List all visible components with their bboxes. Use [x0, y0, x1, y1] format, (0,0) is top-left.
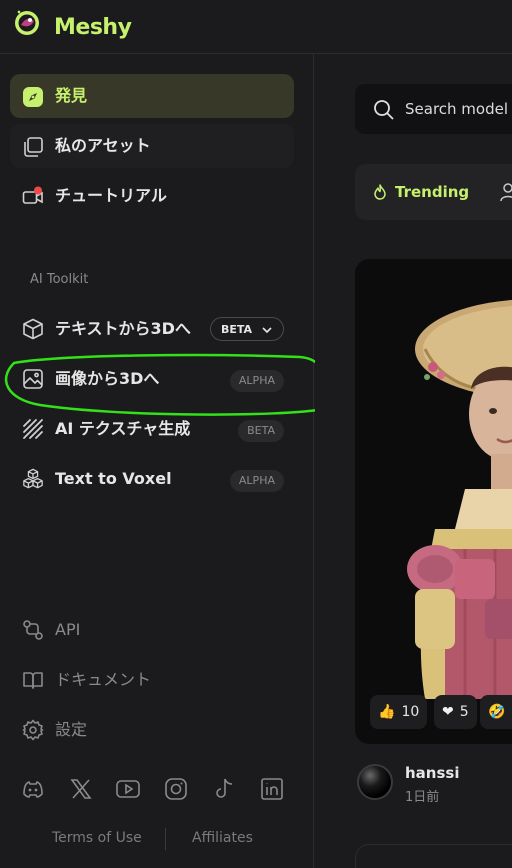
user-icon[interactable]: [500, 182, 512, 202]
post-time: 1日前: [405, 790, 440, 805]
flame-icon: [374, 184, 386, 200]
youtube-icon[interactable]: [115, 776, 141, 802]
model-preview-image: [407, 299, 512, 699]
nav-item-label: チュートリアル: [55, 186, 167, 205]
footer-item-label: ドキュメント: [55, 670, 152, 689]
linkedin-icon[interactable]: [259, 776, 285, 802]
social-links: [20, 776, 300, 802]
nav-item-tutorial[interactable]: チュートリアル: [10, 174, 294, 218]
reaction-heart[interactable]: ❤ 5: [434, 695, 477, 729]
reaction-count: 10: [401, 704, 420, 720]
tool-item-label: Text to Voxel: [55, 469, 172, 488]
feed-tabs: Trending: [355, 164, 512, 220]
gear-icon: [22, 719, 44, 741]
footer-item-label: API: [55, 620, 81, 639]
alpha-badge: ALPHA: [229, 470, 284, 492]
tool-item-label: 画像から3Dへ: [55, 369, 160, 388]
compass-icon: [23, 87, 43, 107]
reaction-laugh[interactable]: 🤣: [480, 695, 512, 729]
app-root: Meshy 発見 私のアセット チュートリアル AI Toolkit テキストか…: [0, 0, 512, 868]
tool-item-text-to-3d[interactable]: テキストから3Dへ BETA: [10, 307, 294, 351]
book-icon: [23, 672, 43, 689]
voxel-cubes-icon: [23, 468, 43, 489]
divider: [165, 828, 166, 850]
nav-item-my-assets[interactable]: 私のアセット: [10, 124, 294, 168]
avatar[interactable]: [357, 764, 393, 800]
search-input[interactable]: Search model / c: [355, 84, 512, 134]
api-icon: [23, 620, 43, 640]
tab-label: Trending: [395, 183, 470, 201]
instagram-icon[interactable]: [163, 776, 189, 802]
top-bar: Meshy: [0, 0, 512, 54]
beta-dropdown[interactable]: BETA: [210, 317, 284, 341]
logo[interactable]: Meshy: [12, 6, 132, 40]
tool-item-label: テキストから3Dへ: [55, 319, 191, 338]
discord-icon[interactable]: [20, 776, 46, 802]
brand-name: Meshy: [54, 15, 132, 40]
tool-item-text-to-voxel[interactable]: Text to Voxel ALPHA: [10, 457, 294, 501]
chevron-down-icon: [262, 327, 272, 334]
tiktok-icon[interactable]: [211, 776, 237, 802]
tool-item-image-to-3d[interactable]: 画像から3Dへ ALPHA: [10, 357, 294, 401]
author-info[interactable]: hanssi 1日前: [355, 760, 512, 805]
tool-item-ai-texture[interactable]: AI テクスチャ生成 BETA: [10, 407, 294, 451]
video-camera-icon: [22, 186, 43, 204]
reactions: 👍 10 ❤ 5 🤣: [370, 695, 512, 729]
stripes-icon: [23, 419, 43, 439]
image-icon: [23, 369, 43, 389]
footer-item-label: 設定: [55, 720, 88, 739]
nav-item-label: 発見: [55, 86, 88, 105]
footer-item-api[interactable]: API: [10, 610, 294, 650]
tool-item-label: AI テクスチャ生成: [55, 419, 191, 438]
heart-icon: ❤: [442, 704, 454, 720]
badge-label: BETA: [221, 322, 253, 336]
next-model-card[interactable]: [355, 844, 512, 868]
section-title-toolkit: AI Toolkit: [30, 272, 89, 287]
affiliates-link[interactable]: Affiliates: [192, 830, 253, 846]
search-icon: [374, 100, 394, 120]
author-name[interactable]: hanssi: [405, 764, 459, 782]
nav-item-discover[interactable]: 発見: [10, 74, 294, 118]
thumbs-up-icon: 👍: [378, 704, 396, 720]
sidebar: 発見 私のアセット チュートリアル AI Toolkit テキストから3Dへ B…: [0, 54, 328, 868]
cube-icon: [23, 318, 43, 340]
footer-item-settings[interactable]: 設定: [10, 710, 294, 750]
footer-links: Terms of Use Affiliates: [0, 826, 314, 850]
model-card[interactable]: 👍 10 ❤ 5 🤣: [355, 259, 512, 744]
search-placeholder: Search model / c: [405, 100, 512, 118]
assets-icon: [24, 137, 43, 157]
laughing-face-icon: 🤣: [488, 704, 506, 720]
meshy-logo-icon: [15, 10, 39, 35]
alpha-badge: ALPHA: [229, 370, 284, 392]
nav-item-label: 私のアセット: [55, 136, 151, 155]
reaction-count: 5: [459, 704, 469, 720]
footer-item-docs[interactable]: ドキュメント: [10, 660, 294, 700]
x-icon[interactable]: [68, 776, 94, 802]
main-content: Search model / c Trending: [315, 54, 512, 868]
reaction-like[interactable]: 👍 10: [370, 695, 428, 729]
beta-badge: BETA: [238, 420, 284, 442]
terms-link[interactable]: Terms of Use: [52, 830, 142, 846]
tab-trending[interactable]: Trending: [373, 180, 469, 204]
